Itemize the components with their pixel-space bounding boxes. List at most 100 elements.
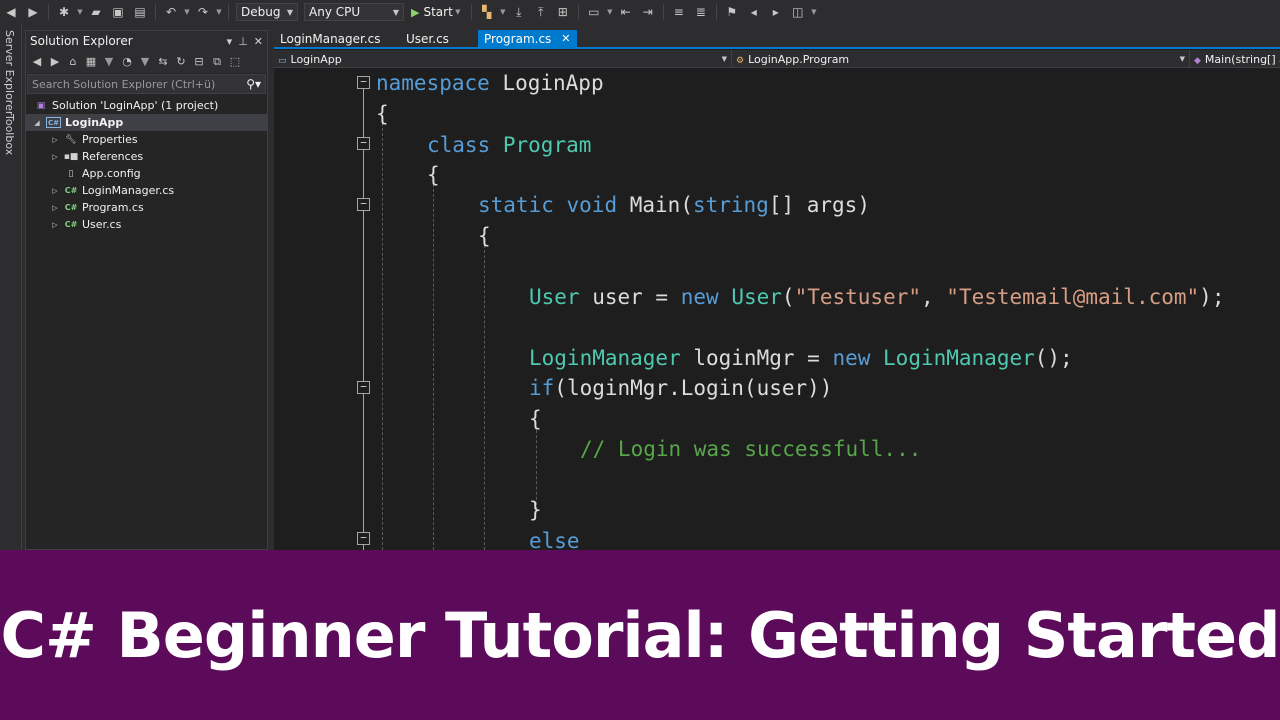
refresh-icon[interactable]: ↻: [174, 54, 188, 70]
clear-bookmarks-icon[interactable]: ◫: [790, 4, 806, 20]
tab-loginmanager-cs[interactable]: LoginManager.cs: [274, 30, 400, 47]
sync-icon[interactable]: ⇆: [156, 54, 170, 70]
server-explorer-tab[interactable]: Server Explorer: [3, 30, 16, 115]
indent-icon[interactable]: ⇥: [640, 4, 656, 20]
csharp-file-icon: C#: [64, 220, 78, 229]
tree-item-loginmanager-cs[interactable]: ▷ C# LoginManager.cs: [26, 182, 267, 199]
tab-program-cs[interactable]: Program.cs ✕: [478, 30, 577, 47]
type-value: LoginApp.Program: [748, 52, 850, 66]
step-into-icon[interactable]: ⤓: [511, 4, 527, 20]
pending-changes-icon[interactable]: ◔: [120, 54, 134, 70]
chevron-down-icon[interactable]: ▼: [183, 4, 191, 20]
member-dropdown[interactable]: ◆Main(string[] args): [1190, 50, 1280, 68]
indent-guide: [382, 123, 383, 550]
next-bookmark-icon[interactable]: ▸: [768, 4, 784, 20]
outdent-icon[interactable]: ⇤: [618, 4, 634, 20]
code-line-brace: {: [376, 102, 389, 126]
code-line-class: class Program: [427, 133, 592, 157]
collapsed-caret-icon[interactable]: ▷: [50, 221, 60, 229]
back-icon[interactable]: ◀: [3, 4, 19, 20]
csharp-project-icon: ▭: [278, 55, 287, 66]
toolbar-separator: [715, 4, 717, 20]
save-all-icon[interactable]: ▤: [132, 4, 148, 20]
tree-item-solution[interactable]: ▣ Solution 'LoginApp' (1 project): [26, 97, 267, 114]
home-icon[interactable]: ⌂: [66, 54, 80, 70]
collapsed-caret-icon[interactable]: ▷: [50, 204, 60, 212]
toolbar-separator: [470, 4, 472, 20]
close-icon[interactable]: ✕: [561, 32, 570, 45]
redo-icon[interactable]: ↷: [195, 4, 211, 20]
search-placeholder: Search Solution Explorer (Ctrl+ü): [32, 77, 216, 91]
code-text-area[interactable]: − − − − − namespace LoginApp { class Pro…: [274, 68, 1280, 550]
solution-search-input[interactable]: Search Solution Explorer (Ctrl+ü) ⚲▾: [27, 74, 266, 94]
uncomment-icon[interactable]: ≣: [693, 4, 709, 20]
chevron-down-icon[interactable]: ▼: [499, 4, 507, 20]
forward-icon[interactable]: ▶: [48, 54, 62, 70]
collapsed-caret-icon[interactable]: ▷: [50, 187, 60, 195]
main-toolbar: ◀ ▶ ✱ ▼ ▰ ▣ ▤ ↶ ▼ ↷ ▼ Debug ▼ Any CPU ▼ …: [0, 0, 1280, 24]
chevron-down-icon[interactable]: ▼: [76, 4, 84, 20]
class-icon: ⚙: [736, 55, 745, 66]
code-line-loginmanager: LoginManager loginMgr = new LoginManager…: [529, 346, 1073, 370]
save-icon[interactable]: ▣: [110, 4, 126, 20]
switch-views-icon[interactable]: ▦: [84, 54, 98, 70]
type-dropdown[interactable]: ⚙ LoginApp.Program ▼: [732, 50, 1190, 68]
collapse-icon[interactable]: −: [357, 198, 370, 211]
start-button[interactable]: ▶ Start ▼: [411, 4, 463, 20]
chevron-down-icon[interactable]: ▼: [215, 4, 223, 20]
configuration-dropdown[interactable]: Debug ▼: [236, 3, 298, 21]
collapse-all-icon[interactable]: ⊟: [192, 54, 206, 70]
collapse-icon[interactable]: −: [357, 381, 370, 394]
expanded-caret-icon[interactable]: ◢: [32, 119, 42, 127]
chevron-down-icon[interactable]: ▼: [606, 4, 614, 20]
collapse-icon[interactable]: −: [357, 76, 370, 89]
tree-item-user-cs[interactable]: ▷ C# User.cs: [26, 216, 267, 233]
code-line-brace: {: [529, 407, 542, 431]
member-value: Main(string[] args): [1204, 52, 1280, 66]
find-icon[interactable]: ▭: [586, 4, 602, 20]
new-project-icon[interactable]: ✱: [56, 4, 72, 20]
close-icon[interactable]: ✕: [254, 35, 263, 48]
browse-icon[interactable]: ▚: [479, 4, 495, 20]
tree-item-label: Solution 'LoginApp' (1 project): [52, 99, 219, 112]
banner-title: C# Beginner Tutorial: Getting Started: [0, 598, 1280, 672]
window-options-icon[interactable]: ▾: [227, 35, 233, 48]
back-icon[interactable]: ◀: [30, 54, 44, 70]
tree-item-references[interactable]: ▷ ▪■ References: [26, 148, 267, 165]
tab-user-cs[interactable]: User.cs: [400, 30, 478, 47]
tree-item-program-cs[interactable]: ▷ C# Program.cs: [26, 199, 267, 216]
prev-bookmark-icon[interactable]: ◂: [746, 4, 762, 20]
search-icon[interactable]: ⚲▾: [246, 77, 261, 91]
platform-dropdown[interactable]: Any CPU ▼: [304, 3, 404, 21]
comment-icon[interactable]: ≡: [671, 4, 687, 20]
indent-guide: [433, 184, 434, 550]
bookmark-icon[interactable]: ⚑: [724, 4, 740, 20]
toolbox-tab[interactable]: Toolbox: [3, 114, 16, 155]
chevron-down-icon[interactable]: ▼: [138, 54, 152, 70]
solution-tree: ▣ Solution 'LoginApp' (1 project) ◢ C# L…: [26, 95, 267, 233]
tree-item-project[interactable]: ◢ C# LoginApp: [26, 114, 267, 131]
collapsed-caret-icon[interactable]: ▷: [50, 136, 60, 144]
solution-configs-icon[interactable]: ⊞: [555, 4, 571, 20]
tree-item-properties[interactable]: ▷ 🔧︎ Properties: [26, 131, 267, 148]
pin-icon[interactable]: ⊥: [238, 35, 248, 48]
undo-icon[interactable]: ↶: [163, 4, 179, 20]
step-out-icon[interactable]: ⤒: [533, 4, 549, 20]
chevron-down-icon[interactable]: ▼: [102, 54, 116, 70]
open-folder-icon[interactable]: ▰: [88, 4, 104, 20]
properties-icon[interactable]: ⬚: [228, 54, 242, 70]
outline-line: [363, 82, 364, 550]
method-icon: ◆: [1194, 55, 1201, 66]
project-dropdown[interactable]: ▭ LoginApp ▼: [274, 50, 732, 68]
tree-item-label: User.cs: [82, 218, 122, 231]
collapse-icon[interactable]: −: [357, 137, 370, 150]
code-line-if: if(loginMgr.Login(user)): [529, 376, 833, 400]
show-all-files-icon[interactable]: ⧉: [210, 54, 224, 70]
collapse-icon[interactable]: −: [357, 532, 370, 545]
forward-icon[interactable]: ▶: [25, 4, 41, 20]
platform-value: Any CPU: [309, 5, 361, 19]
collapsed-caret-icon[interactable]: ▷: [50, 153, 60, 161]
code-line-brace: }: [529, 498, 542, 522]
chevron-down-icon[interactable]: ▼: [810, 4, 818, 20]
tree-item-app-config[interactable]: ▯ App.config: [26, 165, 267, 182]
